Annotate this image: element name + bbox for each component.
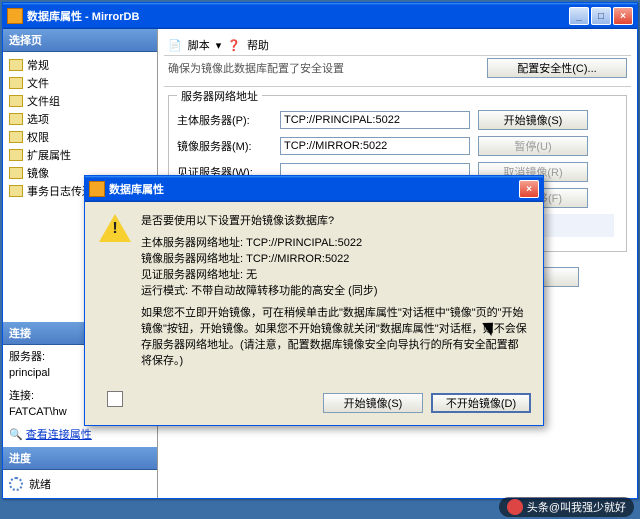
dialog-line4: 运行模式: 不带自动故障转移功能的高安全 (同步) [141,284,529,300]
page-icon [9,131,23,143]
network-legend: 服务器网络地址 [177,88,262,104]
dialog-line1: 主体服务器网络地址: TCP://PRINCIPAL:5022 [141,236,529,252]
copy-icon[interactable] [107,391,123,407]
sidebar-item-label: 镜像 [27,165,49,181]
dialog-nostart-button[interactable]: 不开始镜像(D) [431,393,531,413]
sidebar-item-extended[interactable]: 扩展属性 [7,146,153,164]
page-icon [9,77,23,89]
dialog-close-button[interactable]: × [519,180,539,198]
configure-security-button[interactable]: 配置安全性(C)... [487,58,627,78]
window-title: 数据库属性 - MirrorDB [27,8,569,24]
dialog-question: 是否要使用以下设置开始镜像该数据库? [141,214,529,230]
page-icon [9,113,23,125]
app-icon [7,8,23,24]
avatar-icon [507,499,523,515]
sidebar-item-label: 文件 [27,75,49,91]
mirror-input[interactable] [280,137,470,155]
sidebar-item-permissions[interactable]: 权限 [7,128,153,146]
pause-button: 暂停(U) [478,136,588,156]
dialog-line3: 见证服务器网络地址: 无 [141,268,529,284]
sidebar-item-label: 权限 [27,129,49,145]
sidebar-item-options[interactable]: 选项 [7,110,153,128]
spinner-icon [9,477,23,491]
watermark: 头条@叫我强少就好 [499,497,634,517]
watermark-text: 头条@叫我强少就好 [527,499,626,515]
dialog-note: 如果您不立即开始镜像，可在稍候单击此"数据库属性"对话框中"镜像"页的"开始镜像… [141,306,529,370]
sidebar-item-label: 常规 [27,57,49,73]
toolbar: 📄脚本 ▾ ❓帮助 [164,35,631,56]
sidebar-item-filegroups[interactable]: 文件组 [7,92,153,110]
principal-input[interactable] [280,111,470,129]
page-icon [9,185,23,197]
close-button[interactable]: × [613,7,633,25]
dialog-line2: 镜像服务器网络地址: TCP://MIRROR:5022 [141,252,529,268]
sidebar-item-label: 文件组 [27,93,60,109]
help-button[interactable]: 帮助 [247,37,269,53]
page-icon [9,149,23,161]
dialog-title: 数据库属性 [109,181,519,197]
page-icon [9,167,23,179]
progress-status: 就绪 [29,476,51,492]
confirm-dialog: 数据库属性 × 是否要使用以下设置开始镜像该数据库? 主体服务器网络地址: TC… [84,175,544,426]
mirror-label: 镜像服务器(M): [177,138,272,154]
select-page-header: 选择页 [3,29,157,52]
help-icon: ❓ [227,39,241,52]
sidebar-item-label: 扩展属性 [27,147,71,163]
warning-icon [99,214,131,242]
principal-label: 主体服务器(P): [177,112,272,128]
sidebar-item-label: 选项 [27,111,49,127]
maximize-button[interactable]: □ [591,7,611,25]
script-icon: 📄 [168,39,182,52]
dialog-start-button[interactable]: 开始镜像(S) [323,393,423,413]
page-icon [9,95,23,107]
progress-header: 进度 [3,447,157,470]
start-mirror-button[interactable]: 开始镜像(S) [478,110,588,130]
page-icon [9,59,23,71]
sidebar-item-files[interactable]: 文件 [7,74,153,92]
security-note: 确保为镜像此数据库配置了安全设置 [168,60,344,76]
titlebar[interactable]: 数据库属性 - MirrorDB _ □ × [3,3,637,29]
dialog-titlebar[interactable]: 数据库属性 × [85,176,543,202]
minimize-button[interactable]: _ [569,7,589,25]
script-button[interactable]: 脚本 [188,37,210,53]
sidebar-item-general[interactable]: 常规 [7,56,153,74]
dialog-icon [89,181,105,197]
dialog-text: 是否要使用以下设置开始镜像该数据库? 主体服务器网络地址: TCP://PRIN… [141,214,529,375]
view-connection-link[interactable]: 查看连接属性 [26,429,92,441]
